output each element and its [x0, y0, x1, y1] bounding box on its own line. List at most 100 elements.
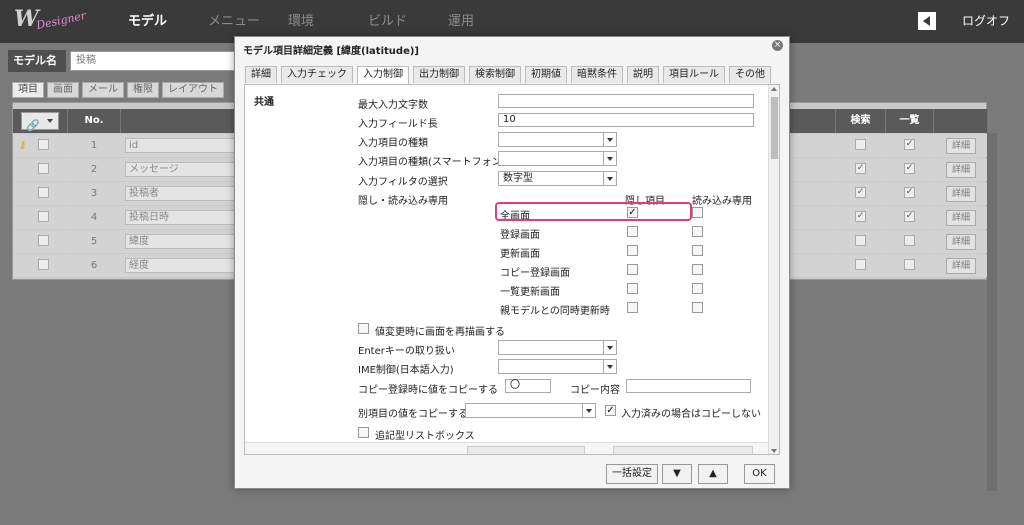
list-checkbox[interactable]: ✓ — [904, 187, 915, 198]
scroll-up-icon[interactable] — [771, 87, 777, 91]
copy-other-label: 別項目の値をコピーする — [358, 409, 468, 420]
append-listbox-checkbox[interactable] — [358, 427, 369, 438]
hidden-parent-update-checkbox[interactable] — [627, 302, 638, 313]
chevron-down-icon — [603, 341, 616, 354]
row-select-checkbox[interactable] — [38, 211, 49, 222]
tab-implicit-condition[interactable]: 暗黙条件 — [571, 66, 623, 83]
input-filter-select[interactable]: 数字型 — [498, 171, 617, 186]
dialog-tabs: 詳細 入力チェック 入力制御 出力制御 検索制御 初期値 暗黙条件 説明 項目ル… — [245, 66, 775, 84]
enter-key-label: Enterキーの取り扱い — [358, 346, 455, 357]
partial-input — [613, 446, 753, 454]
detail-button[interactable]: 詳細 — [946, 258, 976, 274]
readonly-all-checkbox[interactable] — [692, 207, 703, 218]
detail-button[interactable]: 詳細 — [946, 162, 976, 178]
header-detail — [934, 109, 988, 133]
row-number: 6 — [68, 254, 121, 277]
model-name-input[interactable]: 投稿 — [70, 51, 246, 71]
search-checkbox[interactable]: ✓ — [855, 211, 866, 222]
detail-button[interactable]: 詳細 — [946, 234, 976, 250]
field-length-input[interactable]: 10 — [498, 113, 754, 127]
dialog-scrollbar[interactable] — [768, 85, 779, 454]
tab-input-check[interactable]: 入力チェック — [281, 66, 353, 83]
header-tools-cell: 🔗 — [13, 109, 68, 133]
field-detail-dialog: モデル項目詳細定義 [緯度(latitude)] × 詳細 入力チェック 入力制… — [234, 36, 790, 489]
readonly-list-update-checkbox[interactable] — [692, 283, 703, 294]
ime-label: IME制御(日本語入力) — [358, 365, 454, 376]
hidden-copy-register-checkbox[interactable] — [627, 264, 638, 275]
tab-items[interactable]: 項目 — [12, 82, 44, 98]
tab-mail[interactable]: メール — [82, 82, 124, 98]
partially-visible-row — [245, 442, 769, 454]
tab-other[interactable]: その他 — [729, 66, 771, 83]
copy-value-input[interactable]: 〇 — [505, 379, 551, 393]
readonly-copy-register-checkbox[interactable] — [692, 264, 703, 275]
tab-layout[interactable]: レイアウト — [162, 82, 224, 98]
tab-input-control[interactable]: 入力制御 — [357, 66, 409, 84]
detail-button[interactable]: 詳細 — [946, 138, 976, 154]
row-select-checkbox[interactable] — [38, 235, 49, 246]
tab-detail[interactable]: 詳細 — [245, 66, 277, 83]
tab-output-control[interactable]: 出力制御 — [413, 66, 465, 83]
tab-search-control[interactable]: 検索制御 — [469, 66, 521, 83]
copy-other-select[interactable] — [465, 403, 596, 418]
input-control-panel: 共通 最大入力文字数 入力フィールド長 10 入力項目の種類 入力項目の種類(ス… — [244, 84, 780, 455]
copy-content-input[interactable] — [626, 379, 751, 393]
ok-button[interactable]: OK — [744, 464, 775, 484]
search-checkbox[interactable]: ✓ — [855, 187, 866, 198]
input-type-select[interactable] — [498, 132, 617, 147]
page-scrollbar[interactable] — [987, 133, 997, 491]
search-checkbox[interactable] — [855, 139, 866, 150]
app-logo: W Designer — [14, 6, 88, 33]
list-checkbox[interactable]: ✓ — [904, 139, 915, 150]
chevron-down-icon — [603, 172, 616, 185]
max-length-input[interactable] — [498, 94, 754, 108]
tab-description[interactable]: 説明 — [627, 66, 659, 83]
detail-button[interactable]: 詳細 — [946, 186, 976, 202]
input-type-sp-select[interactable] — [498, 151, 617, 166]
bulk-setting-button[interactable]: 一括設定 — [606, 464, 658, 484]
model-name-label: モデル名 — [8, 50, 66, 72]
enter-key-select[interactable] — [498, 340, 617, 355]
scroll-thumb[interactable] — [771, 97, 778, 159]
row-select-checkbox[interactable] — [38, 259, 49, 270]
search-checkbox[interactable] — [855, 259, 866, 270]
move-down-button[interactable]: ▼ — [662, 464, 692, 484]
readonly-register-checkbox[interactable] — [692, 226, 703, 237]
readonly-column-header: 読み込み専用 — [692, 196, 752, 207]
partial-select — [467, 446, 585, 454]
tab-field-rule[interactable]: 項目ルール — [663, 66, 725, 83]
row-select-checkbox[interactable] — [38, 187, 49, 198]
header-list: 一覧 — [886, 109, 934, 133]
redraw-checkbox[interactable] — [358, 323, 369, 334]
search-checkbox[interactable]: ✓ — [855, 163, 866, 174]
hidden-update-checkbox[interactable] — [627, 245, 638, 256]
tab-initial-value[interactable]: 初期値 — [525, 66, 567, 83]
ime-select[interactable] — [498, 359, 617, 374]
input-filter-value: 数字型 — [503, 173, 533, 184]
readonly-update-checkbox[interactable] — [692, 245, 703, 256]
tab-permissions[interactable]: 権限 — [127, 82, 159, 98]
nav-item-model[interactable]: モデル — [128, 0, 208, 43]
hidden-list-update-checkbox[interactable] — [627, 283, 638, 294]
close-icon[interactable]: × — [772, 40, 783, 51]
skip-if-filled-checkbox[interactable]: ✓ — [605, 405, 616, 416]
logout-link[interactable]: ログオフ — [962, 0, 1010, 43]
link-tool-dropdown[interactable]: 🔗 — [21, 112, 59, 132]
list-checkbox[interactable] — [904, 235, 915, 246]
scroll-down-icon[interactable] — [771, 449, 777, 453]
input-filter-label: 入力フィルタの選択 — [358, 177, 448, 188]
hidden-register-checkbox[interactable] — [627, 226, 638, 237]
move-up-button[interactable]: ▲ — [698, 464, 728, 484]
list-checkbox[interactable] — [904, 259, 915, 270]
search-checkbox[interactable] — [855, 235, 866, 246]
tab-screens[interactable]: 画面 — [47, 82, 79, 98]
list-checkbox[interactable]: ✓ — [904, 163, 915, 174]
row-select-checkbox[interactable] — [38, 163, 49, 174]
detail-button[interactable]: 詳細 — [946, 210, 976, 226]
speaker-icon[interactable] — [918, 12, 936, 30]
list-checkbox[interactable]: ✓ — [904, 211, 915, 222]
hide-row-label: 親モデルとの同時更新時 — [500, 306, 610, 317]
row-select-checkbox[interactable] — [38, 139, 49, 150]
readonly-parent-update-checkbox[interactable] — [692, 302, 703, 313]
chevron-down-icon — [603, 133, 616, 146]
